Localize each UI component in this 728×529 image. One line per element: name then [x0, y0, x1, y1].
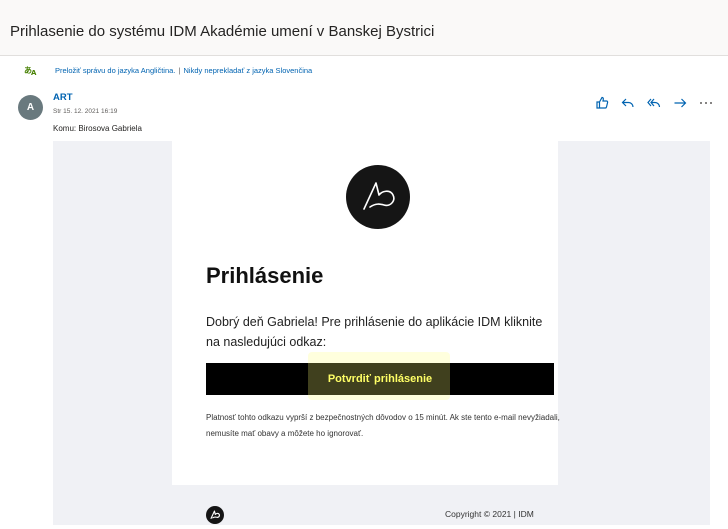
forward-icon[interactable]: [672, 95, 688, 111]
recipient-line: Komu: Birosova Gabriela: [53, 124, 142, 133]
translate-icon: あ A: [24, 64, 38, 77]
idm-logo: [346, 165, 410, 229]
top-strip: [0, 0, 728, 10]
like-icon[interactable]: [594, 95, 610, 111]
confirm-login-label: Potvrdiť prihlásenie: [327, 373, 433, 385]
more-icon[interactable]: [698, 95, 714, 111]
translate-separator: |: [178, 66, 181, 75]
email-subject: Prihlasenie do systému IDM Akadémie umen…: [10, 23, 435, 40]
email-heading: Prihlásenie: [206, 263, 324, 288]
never-translate-link[interactable]: Nikdy neprekladať z jazyka Slovenčina: [184, 66, 313, 75]
footer-logo: [206, 506, 224, 524]
translate-links: Preložiť správu do jazyka Angličtina. | …: [55, 66, 312, 75]
message-actions: [594, 95, 714, 111]
sender-name[interactable]: ART: [53, 92, 73, 103]
message-date: Str 15. 12. 2021 16:19: [53, 108, 118, 115]
reply-icon[interactable]: [620, 95, 636, 111]
reply-all-icon[interactable]: [646, 95, 662, 111]
greeting-text: Dobrý deň Gabriela! Pre prihlásenie do a…: [206, 315, 543, 349]
confirm-login-button[interactable]: Potvrdiť prihlásenie: [206, 363, 554, 395]
expiry-note: Platnosť tohto odkazu vyprší z bezpečnos…: [206, 413, 560, 438]
avatar[interactable]: A: [18, 95, 43, 120]
copyright-text: Copyright © 2021 | IDM: [445, 509, 534, 519]
svg-text:A: A: [31, 69, 37, 76]
translate-message-link[interactable]: Preložiť správu do jazyka Angličtina.: [55, 66, 175, 75]
